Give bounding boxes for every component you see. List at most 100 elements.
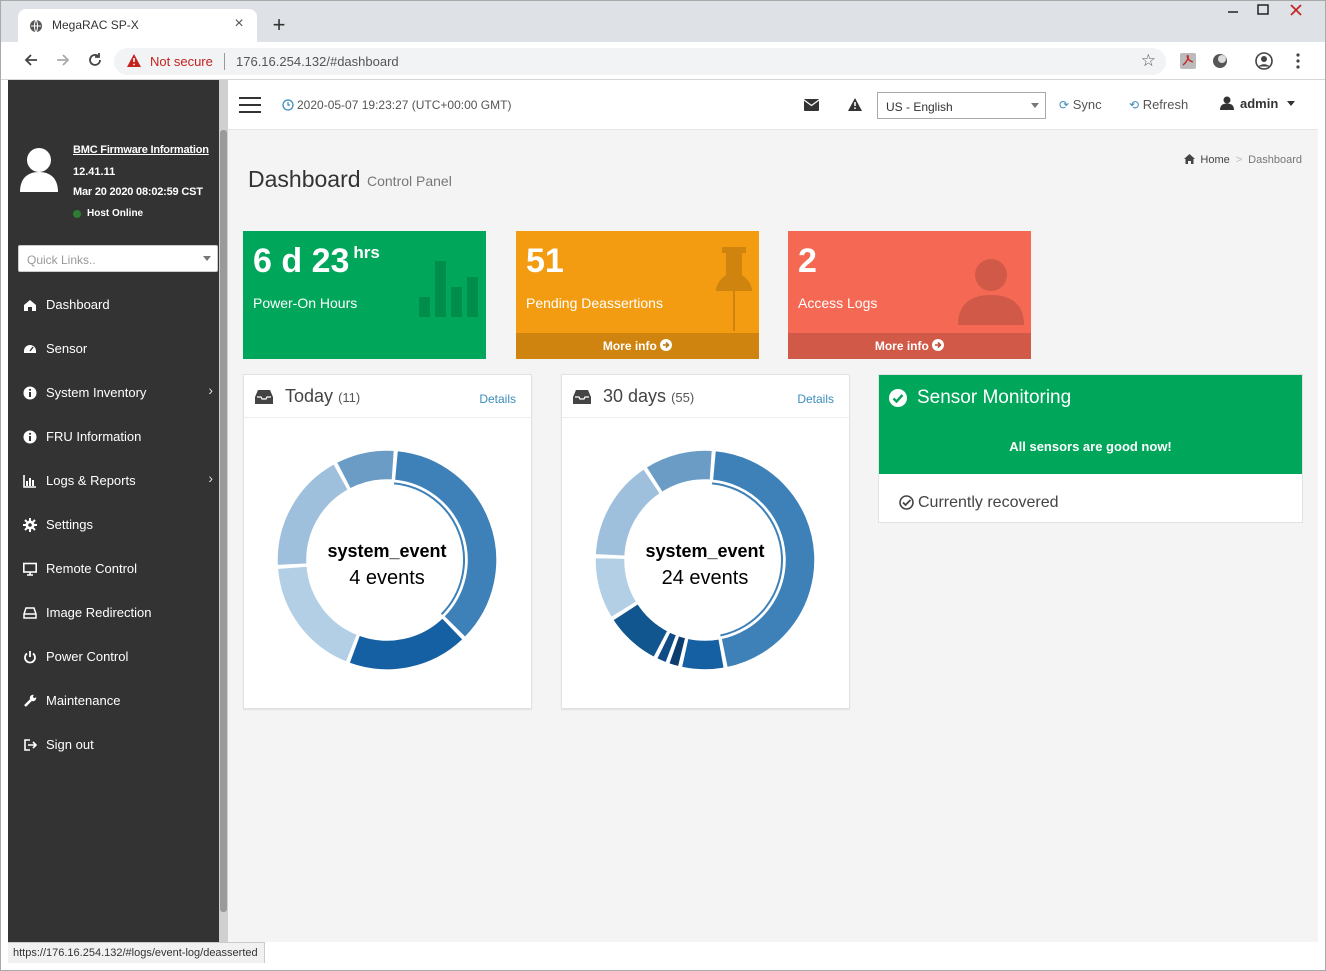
- refresh-label: Refresh: [1142, 97, 1189, 112]
- not-secure-label[interactable]: Not secure: [150, 54, 213, 69]
- panel-header: Today (11) Details: [244, 375, 531, 418]
- donut-center-category: system_event: [645, 541, 765, 561]
- sidebar-item-label: Dashboard: [46, 297, 110, 312]
- sidebar-item-power-control[interactable]: Power Control: [8, 635, 219, 679]
- address-divider: [224, 53, 225, 70]
- breadcrumb: Home > Dashboard: [1184, 154, 1302, 166]
- user-name: admin: [1240, 96, 1279, 111]
- sync-label: Sync: [1072, 97, 1102, 112]
- 30-days-donut-chart[interactable]: system_event 24 events: [590, 445, 820, 675]
- monitor-icon: [23, 562, 37, 576]
- sidebar-item-fru-information[interactable]: FRU Information: [8, 415, 219, 459]
- donut-segment-1[interactable]: [347, 616, 465, 671]
- bmc-firmware-info-link[interactable]: BMC Firmware Information: [73, 144, 209, 156]
- forward-icon[interactable]: [52, 49, 74, 71]
- wrench-icon: [24, 694, 37, 707]
- power-on-hours-value: 6 d 23 hrs: [253, 242, 380, 280]
- power-icon: [24, 651, 36, 664]
- pending-more-info-link[interactable]: More info: [516, 333, 759, 359]
- user-silhouette-icon: [958, 259, 1024, 325]
- access-logs-label: Access Logs: [798, 295, 878, 311]
- warning-icon: [127, 54, 141, 67]
- tab-close-icon[interactable]: ×: [229, 15, 249, 33]
- info-icon: [23, 430, 37, 444]
- sync-button[interactable]: ⟳ Sync: [1059, 97, 1102, 112]
- minimize-icon[interactable]: [1218, 4, 1248, 24]
- browser-tab[interactable]: MegaRAC SP-X ×: [18, 9, 257, 43]
- language-value: US - English: [886, 100, 953, 114]
- sidebar-item-system-inventory[interactable]: System Inventory ›: [8, 371, 219, 415]
- today-details-link[interactable]: Details: [479, 392, 516, 406]
- sidebar-item-image-redirection[interactable]: Image Redirection: [8, 591, 219, 635]
- sidebar-item-sensor[interactable]: Sensor: [8, 327, 219, 371]
- sidebar-item-sign-out[interactable]: Sign out: [8, 723, 219, 767]
- envelope-icon[interactable]: [804, 99, 819, 111]
- new-tab-button[interactable]: +: [269, 14, 289, 36]
- chevron-down-icon: [1031, 103, 1039, 108]
- warning-icon[interactable]: [848, 98, 862, 111]
- 30-days-details-link[interactable]: Details: [797, 392, 834, 406]
- breadcrumb-home[interactable]: Home: [1200, 154, 1229, 166]
- sidebar-item-label: System Inventory: [46, 385, 147, 400]
- check-circle-outline-icon: [899, 495, 914, 510]
- access-more-info-link[interactable]: More info: [788, 333, 1031, 359]
- inbox-icon: [573, 390, 591, 404]
- host-status-dot-icon: [73, 210, 81, 218]
- power-on-hours-label: Power-On Hours: [253, 295, 358, 311]
- today-count: (11): [338, 390, 361, 405]
- menu-toggle-icon[interactable]: [239, 97, 261, 113]
- sensor-monitoring-title: Sensor Monitoring: [917, 387, 1072, 408]
- url-text[interactable]: 176.16.254.132/#dashboard: [236, 54, 399, 69]
- user-menu-button[interactable]: admin: [1220, 96, 1295, 111]
- pdf-extension-icon[interactable]: [1179, 52, 1197, 70]
- sidebar-scrollbar-thumb[interactable]: [220, 130, 227, 912]
- sign-out-icon: [24, 739, 37, 751]
- back-icon[interactable]: [20, 49, 42, 71]
- refresh-button[interactable]: ⟲ Refresh: [1129, 97, 1188, 112]
- chevron-right-icon: ›: [208, 470, 213, 486]
- page-title: Dashboard: [248, 166, 361, 192]
- host-status: Host Online: [87, 208, 144, 219]
- browser-toolbar: Not secure 176.16.254.132/#dashboard ☆: [0, 42, 1326, 80]
- address-bar[interactable]: Not secure 176.16.254.132/#dashboard ☆: [114, 48, 1166, 75]
- browser-titlebar: MegaRAC SP-X × +: [0, 0, 1326, 43]
- info-icon: [23, 386, 37, 400]
- quick-links-select[interactable]: Quick Links..: [18, 245, 218, 272]
- browser-menu-icon[interactable]: [1289, 52, 1307, 70]
- donut-segment-1[interactable]: [680, 637, 726, 671]
- sensor-monitoring-panel: Sensor Monitoring All sensors are good n…: [878, 374, 1303, 523]
- sidebar-item-label: Power Control: [46, 649, 129, 664]
- language-select[interactable]: US - English: [877, 92, 1046, 119]
- extension-circle-icon[interactable]: [1211, 52, 1229, 70]
- bar-chart-icon: [419, 261, 478, 317]
- globe-icon: [30, 19, 42, 33]
- refresh-icon: ⟲: [1129, 98, 1140, 112]
- today-donut-chart[interactable]: system_event 4 events: [272, 445, 502, 675]
- sidebar-item-logs-reports[interactable]: Logs & Reports ›: [8, 459, 219, 503]
- maximize-icon[interactable]: [1248, 4, 1278, 24]
- firmware-version: 12.41.11: [73, 166, 116, 178]
- currently-recovered-label: Currently recovered: [918, 494, 1059, 511]
- reload-icon[interactable]: [84, 49, 106, 71]
- bookmark-star-icon[interactable]: ☆: [1141, 51, 1156, 71]
- sensor-status-message: All sensors are good now!: [1009, 439, 1172, 454]
- sidebar: BMC Firmware Information 12.41.11 Mar 20…: [8, 80, 228, 942]
- quick-links-placeholder: Quick Links..: [27, 253, 96, 267]
- sidebar-item-label: Sensor: [46, 341, 88, 356]
- today-events-panel: Today (11) Details system_event 4 events: [243, 374, 532, 709]
- access-logs-box: 2 Access Logs More info: [788, 231, 1031, 359]
- donut-center-count: 4 events: [349, 567, 425, 589]
- breadcrumb-current: Dashboard: [1248, 154, 1302, 166]
- inbox-icon: [255, 390, 273, 404]
- window-close-icon[interactable]: [1281, 4, 1311, 24]
- sensor-monitoring-header: Sensor Monitoring All sensors are good n…: [879, 375, 1302, 474]
- panel-title: Today (11): [285, 386, 361, 406]
- profile-icon[interactable]: [1255, 52, 1273, 70]
- gear-icon: [23, 518, 37, 532]
- sidebar-item-maintenance[interactable]: Maintenance: [8, 679, 219, 723]
- sidebar-item-label: Sign out: [46, 737, 94, 752]
- sidebar-item-settings[interactable]: Settings: [8, 503, 219, 547]
- sidebar-item-dashboard[interactable]: Dashboard: [8, 283, 219, 327]
- bar-chart-icon: [23, 475, 36, 488]
- sidebar-item-remote-control[interactable]: Remote Control: [8, 547, 219, 591]
